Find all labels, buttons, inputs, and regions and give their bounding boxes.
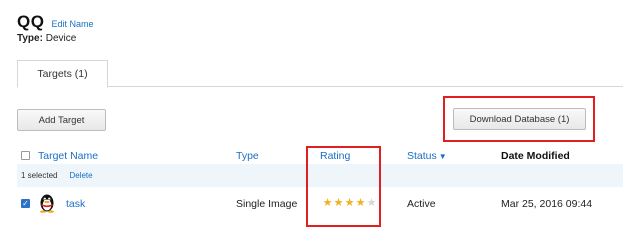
penguin-icon <box>40 194 54 213</box>
checkmark-icon: ✓ <box>22 198 29 208</box>
target-type: Single Image <box>236 198 298 210</box>
column-header-status[interactable]: Status ▼ <box>407 150 447 162</box>
tab-targets[interactable]: Targets (1) <box>17 60 108 88</box>
edit-name-link[interactable]: Edit Name <box>51 19 93 29</box>
rating-highlight-box <box>306 146 381 227</box>
column-header-target-name[interactable]: Target Name <box>38 150 98 162</box>
chevron-down-icon: ▼ <box>438 152 447 161</box>
column-header-date-modified: Date Modified <box>501 150 570 162</box>
status-value: Active <box>407 198 436 210</box>
column-header-type[interactable]: Type <box>236 150 259 162</box>
date-modified: Mar 25, 2016 09:44 <box>501 198 593 210</box>
select-all-checkbox[interactable] <box>21 151 30 160</box>
download-highlight-box <box>443 96 595 142</box>
tab-strip: Targets (1) <box>17 60 623 88</box>
title-row: QQ Edit Name <box>17 12 93 32</box>
database-name: QQ <box>17 12 45 31</box>
target-name-link[interactable]: task <box>66 198 85 210</box>
status-header-label: Status <box>407 150 437 162</box>
type-value: Device <box>45 33 77 44</box>
database-type: Type: Device <box>17 33 76 44</box>
row-checkbox[interactable]: ✓ <box>21 199 30 208</box>
selected-count: 1 selected <box>21 171 58 180</box>
delete-link[interactable]: Delete <box>69 171 92 180</box>
add-target-button[interactable]: Add Target <box>17 109 106 131</box>
type-label: Type: <box>17 33 43 44</box>
